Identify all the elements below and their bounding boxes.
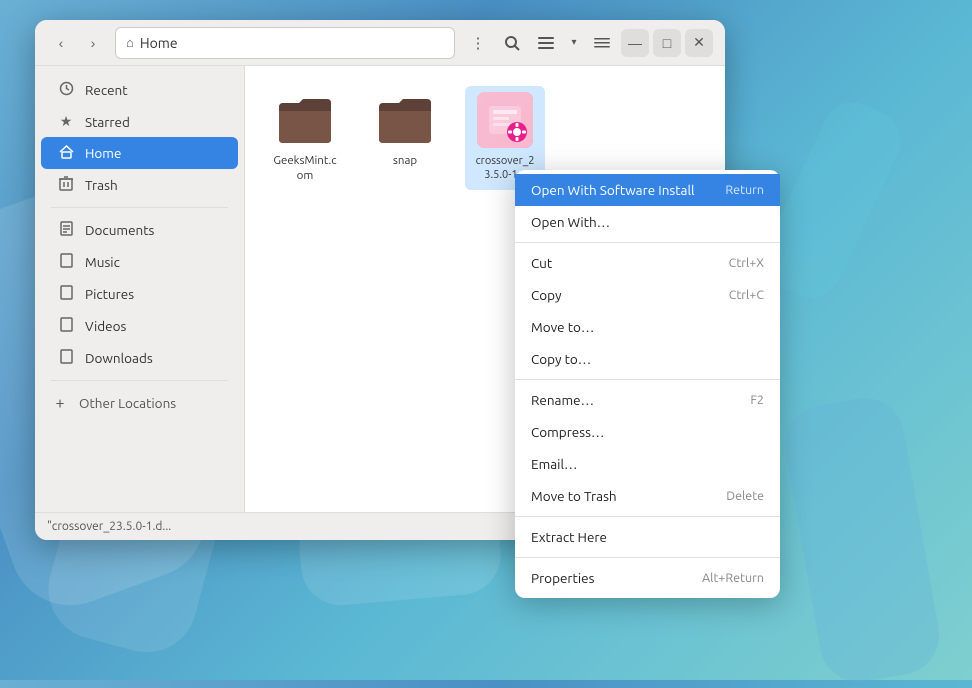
ctx-shortcut-rename: F2: [750, 393, 764, 407]
folder-icon-geeksmint: [277, 92, 333, 148]
music-icon: [57, 253, 75, 271]
list-item[interactable]: GeeksMint.com: [265, 86, 345, 190]
ctx-divider-3: [515, 516, 780, 517]
ctx-shortcut-properties: Alt+Return: [702, 571, 764, 585]
sidebar-item-pictures[interactable]: Pictures: [41, 278, 238, 310]
title-bar: ‹ › ⌂ Home ⋮ ▾: [35, 20, 725, 66]
sidebar-label-recent: Recent: [85, 82, 128, 98]
ctx-extract-here[interactable]: Extract Here: [515, 521, 780, 553]
toolbar-actions: ⋮ ▾: [463, 28, 617, 58]
ctx-label-open-with: Open With…: [531, 214, 610, 230]
sidebar-label-music: Music: [85, 254, 120, 270]
minimize-button[interactable]: —: [621, 29, 649, 57]
ctx-label-cut: Cut: [531, 255, 552, 271]
ctx-label-move-to: Move to…: [531, 319, 594, 335]
ctx-label-copy: Copy: [531, 287, 562, 303]
search-button[interactable]: [497, 28, 527, 58]
maximize-button[interactable]: □: [653, 29, 681, 57]
sidebar-label-pictures: Pictures: [85, 286, 134, 302]
ctx-move-to[interactable]: Move to…: [515, 311, 780, 343]
ctx-copy[interactable]: Copy Ctrl+C: [515, 279, 780, 311]
ctx-label-open-with-software: Open With Software Install: [531, 182, 695, 198]
ctx-shortcut-cut: Ctrl+X: [729, 256, 764, 270]
forward-button[interactable]: ›: [79, 29, 107, 57]
downloads-icon: [57, 349, 75, 367]
documents-icon: [57, 221, 75, 239]
sidebar-divider-2: [51, 380, 228, 381]
deb-icon-crossover: [477, 92, 533, 148]
ctx-open-with[interactable]: Open With…: [515, 206, 780, 238]
ctx-label-extract-here: Extract Here: [531, 529, 607, 545]
trash-icon: [57, 176, 75, 194]
ctx-label-compress: Compress…: [531, 424, 604, 440]
sidebar-item-recent[interactable]: Recent: [41, 74, 238, 106]
ctx-label-properties: Properties: [531, 570, 594, 586]
sidebar-item-starred[interactable]: ★ Starred: [41, 106, 238, 137]
add-icon: +: [51, 394, 69, 412]
ctx-label-email: Email…: [531, 456, 577, 472]
ctx-divider-4: [515, 557, 780, 558]
sidebar-item-documents[interactable]: Documents: [41, 214, 238, 246]
close-button[interactable]: ✕: [685, 29, 713, 57]
menu-button[interactable]: ⋮: [463, 28, 493, 58]
back-button[interactable]: ‹: [47, 29, 75, 57]
window-controls: — □ ✕: [621, 29, 713, 57]
ctx-label-move-to-trash: Move to Trash: [531, 488, 617, 504]
ctx-cut[interactable]: Cut Ctrl+X: [515, 247, 780, 279]
sidebar-item-other-locations[interactable]: + Other Locations: [35, 387, 244, 419]
ctx-shortcut-move-to-trash: Delete: [726, 489, 764, 503]
location-home-icon: ⌂: [126, 35, 134, 50]
sidebar-label-downloads: Downloads: [85, 350, 153, 366]
sidebar-label-trash: Trash: [85, 177, 118, 193]
sidebar-label-starred: Starred: [85, 114, 130, 130]
sidebar-label-other-locations: Other Locations: [79, 395, 176, 411]
ctx-email[interactable]: Email…: [515, 448, 780, 480]
status-text: "crossover_23.5.0-1.d...: [47, 520, 171, 533]
sidebar-item-music[interactable]: Music: [41, 246, 238, 278]
ctx-shortcut-copy: Ctrl+C: [729, 288, 764, 302]
nav-buttons: ‹ ›: [47, 29, 107, 57]
home-icon: [57, 144, 75, 162]
sidebar-divider-1: [51, 207, 228, 208]
recent-icon: [57, 81, 75, 99]
sidebar-label-documents: Documents: [85, 222, 154, 238]
star-icon: ★: [57, 113, 75, 130]
context-menu: Open With Software Install Return Open W…: [515, 170, 780, 598]
sidebar-item-trash[interactable]: Trash: [41, 169, 238, 201]
ctx-rename[interactable]: Rename… F2: [515, 384, 780, 416]
ctx-divider-2: [515, 379, 780, 380]
sidebar: Recent ★ Starred Home: [35, 66, 245, 512]
file-label-geeksmint: GeeksMint.com: [271, 154, 339, 184]
location-bar[interactable]: ⌂ Home: [115, 27, 455, 59]
ctx-properties[interactable]: Properties Alt+Return: [515, 562, 780, 594]
list-item[interactable]: snap: [365, 86, 445, 190]
file-label-snap: snap: [393, 154, 417, 169]
ctx-divider-1: [515, 242, 780, 243]
sidebar-item-videos[interactable]: Videos: [41, 310, 238, 342]
location-text: Home: [140, 35, 178, 51]
pictures-icon: [57, 285, 75, 303]
view-toggle-button[interactable]: [587, 28, 617, 58]
view-dropdown-button[interactable]: ▾: [565, 28, 583, 58]
ctx-move-to-trash[interactable]: Move to Trash Delete: [515, 480, 780, 512]
folder-icon-snap: [377, 92, 433, 148]
view-list-button[interactable]: [531, 28, 561, 58]
ctx-compress[interactable]: Compress…: [515, 416, 780, 448]
ctx-label-copy-to: Copy to…: [531, 351, 591, 367]
ctx-shortcut-open-with-software: Return: [725, 183, 764, 197]
sidebar-label-home: Home: [85, 145, 121, 161]
ctx-copy-to[interactable]: Copy to…: [515, 343, 780, 375]
sidebar-item-downloads[interactable]: Downloads: [41, 342, 238, 374]
sidebar-label-videos: Videos: [85, 318, 126, 334]
ctx-label-rename: Rename…: [531, 392, 594, 408]
videos-icon: [57, 317, 75, 335]
sidebar-item-home[interactable]: Home: [41, 137, 238, 169]
ctx-open-with-software[interactable]: Open With Software Install Return: [515, 174, 780, 206]
